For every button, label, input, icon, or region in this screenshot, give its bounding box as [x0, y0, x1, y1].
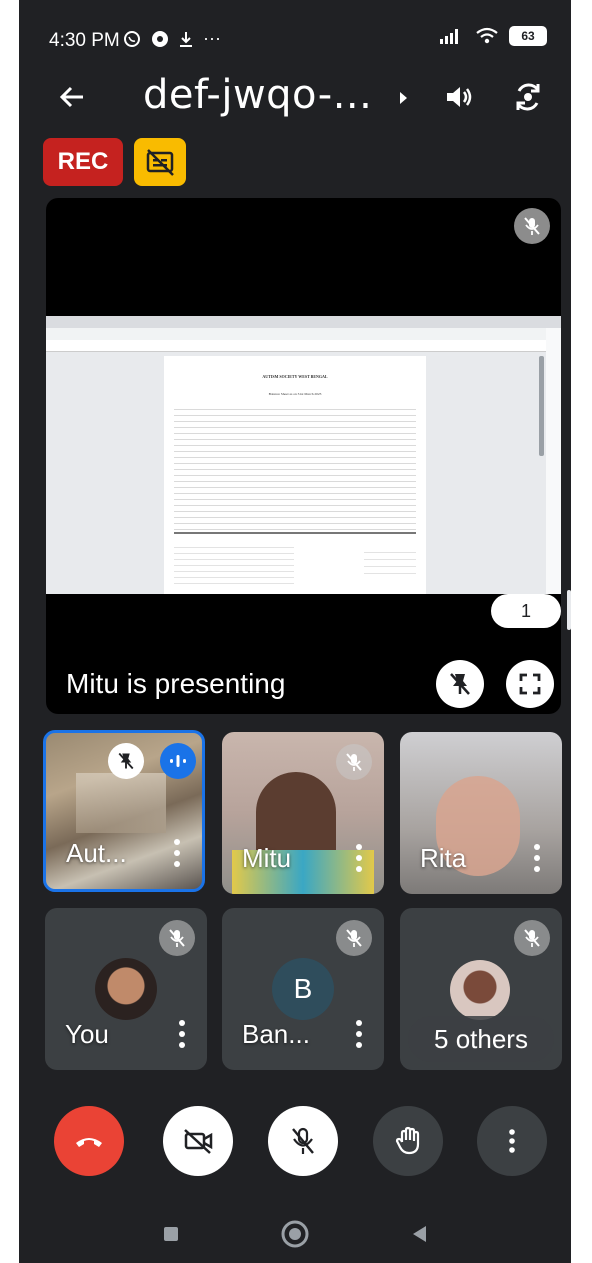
back-arrow-icon[interactable] — [57, 82, 87, 112]
participant-more-button[interactable] — [354, 844, 364, 872]
end-call-icon — [76, 1138, 102, 1147]
pdf-page: AUTISM SOCIETY WEST BENGAL Balance Sheet… — [164, 356, 426, 594]
recording-badge: REC — [43, 138, 123, 186]
participant-more-button[interactable] — [177, 1020, 187, 1048]
mic-off-icon — [524, 929, 540, 947]
mic-off-icon — [346, 929, 362, 947]
end-call-button[interactable] — [54, 1106, 124, 1176]
captions-off-badge[interactable] — [134, 138, 186, 186]
audio-level-icon — [170, 755, 186, 767]
doc-heading: AUTISM SOCIETY WEST BENGAL — [262, 374, 328, 379]
pin-off-icon — [450, 673, 470, 695]
tiles-scroll-indicator[interactable] — [567, 590, 571, 630]
doc-notes — [174, 542, 294, 586]
shared-screen: AUTISM SOCIETY WEST BENGAL Balance Sheet… — [46, 316, 561, 594]
presenter-muted-indicator — [514, 208, 550, 244]
status-time: 4:30 PM — [49, 30, 120, 51]
recents-icon[interactable] — [162, 1225, 180, 1243]
speaker-icon[interactable] — [443, 82, 475, 112]
more-icon — [509, 1129, 515, 1153]
mic-off-icon — [292, 1127, 314, 1154]
video-feed — [76, 773, 166, 833]
mic-toggle-button[interactable] — [268, 1106, 338, 1176]
pdf-scrollbar — [539, 356, 544, 456]
pdf-toolbar — [46, 340, 546, 352]
presentation-tile[interactable]: AUTISM SOCIETY WEST BENGAL Balance Sheet… — [46, 198, 561, 714]
avatar — [95, 958, 157, 1020]
participant-name: You — [65, 1019, 109, 1049]
chevron-right-icon[interactable] — [397, 88, 411, 108]
others-tile[interactable]: 5 others — [400, 908, 562, 1070]
home-icon[interactable] — [280, 1219, 310, 1249]
participant-more-button[interactable] — [532, 844, 542, 872]
mic-off-icon — [169, 929, 185, 947]
page-number-pill: 1 — [491, 594, 561, 628]
muted-indicator — [336, 920, 372, 956]
fullscreen-button[interactable] — [506, 660, 554, 708]
participant-more-button[interactable] — [172, 839, 182, 867]
browser-sidebar — [546, 328, 561, 594]
participant-tile[interactable]: Aut... — [43, 730, 205, 892]
camera-toggle-button[interactable] — [163, 1106, 233, 1176]
chrome-icon — [152, 30, 168, 47]
browser-addressbar — [46, 328, 561, 340]
mic-off-icon — [524, 217, 540, 235]
avatar: B — [272, 958, 334, 1020]
captions-off-icon — [146, 149, 174, 176]
muted-indicator — [514, 920, 550, 956]
participant-name: Rita — [420, 843, 467, 873]
doc-subheading: Balance Sheet as on 31st March 2023 — [268, 392, 322, 396]
more-notifications: ··· — [203, 28, 221, 48]
signal-icon — [440, 29, 458, 44]
participant-name: Aut... — [66, 838, 127, 868]
fullscreen-icon — [519, 673, 541, 695]
participant-tile[interactable]: Mitu — [222, 732, 384, 894]
wifi-icon — [476, 27, 498, 44]
meeting-title[interactable]: def-jwqo-... — [143, 72, 372, 118]
phone-screen: 4:30 PM ··· 63 def-jwqo-... REC AUTISM S… — [19, 0, 571, 1263]
more-options-button[interactable] — [477, 1106, 547, 1176]
participant-tile[interactable]: You — [45, 908, 207, 1070]
status-system-icons: 63 — [439, 26, 547, 46]
participant-more-button[interactable] — [354, 1020, 364, 1048]
participant-name: Mitu — [242, 843, 292, 873]
doc-table-divider — [174, 532, 416, 534]
unpin-button[interactable] — [436, 660, 484, 708]
muted-indicator — [159, 920, 195, 956]
browser-tabbar — [46, 316, 561, 328]
participant-tile[interactable]: Rita — [400, 732, 562, 894]
whatsapp-icon — [124, 30, 140, 47]
download-icon — [180, 31, 192, 47]
back-icon[interactable] — [410, 1224, 428, 1244]
doc-signature — [364, 546, 416, 576]
pin-indicator — [108, 743, 144, 779]
presenting-label: Mitu is presenting — [66, 668, 286, 699]
raise-hand-icon — [395, 1126, 420, 1155]
muted-indicator — [336, 744, 372, 780]
raise-hand-button[interactable] — [373, 1106, 443, 1176]
others-count-label: 5 others — [408, 1016, 554, 1062]
participant-name: Ban... — [242, 1019, 310, 1049]
system-navigation-bar — [19, 1205, 571, 1263]
doc-table — [174, 404, 416, 530]
participant-tile[interactable]: B Ban... — [222, 908, 384, 1070]
battery-icon: 63 — [509, 26, 547, 46]
speaking-indicator — [160, 743, 196, 779]
switch-camera-icon[interactable] — [511, 80, 545, 114]
avatar — [450, 960, 510, 1020]
camera-off-icon — [184, 1129, 213, 1154]
mic-off-icon — [346, 753, 362, 771]
status-notification-icons: ··· — [123, 28, 221, 49]
pin-off-icon — [118, 752, 134, 770]
